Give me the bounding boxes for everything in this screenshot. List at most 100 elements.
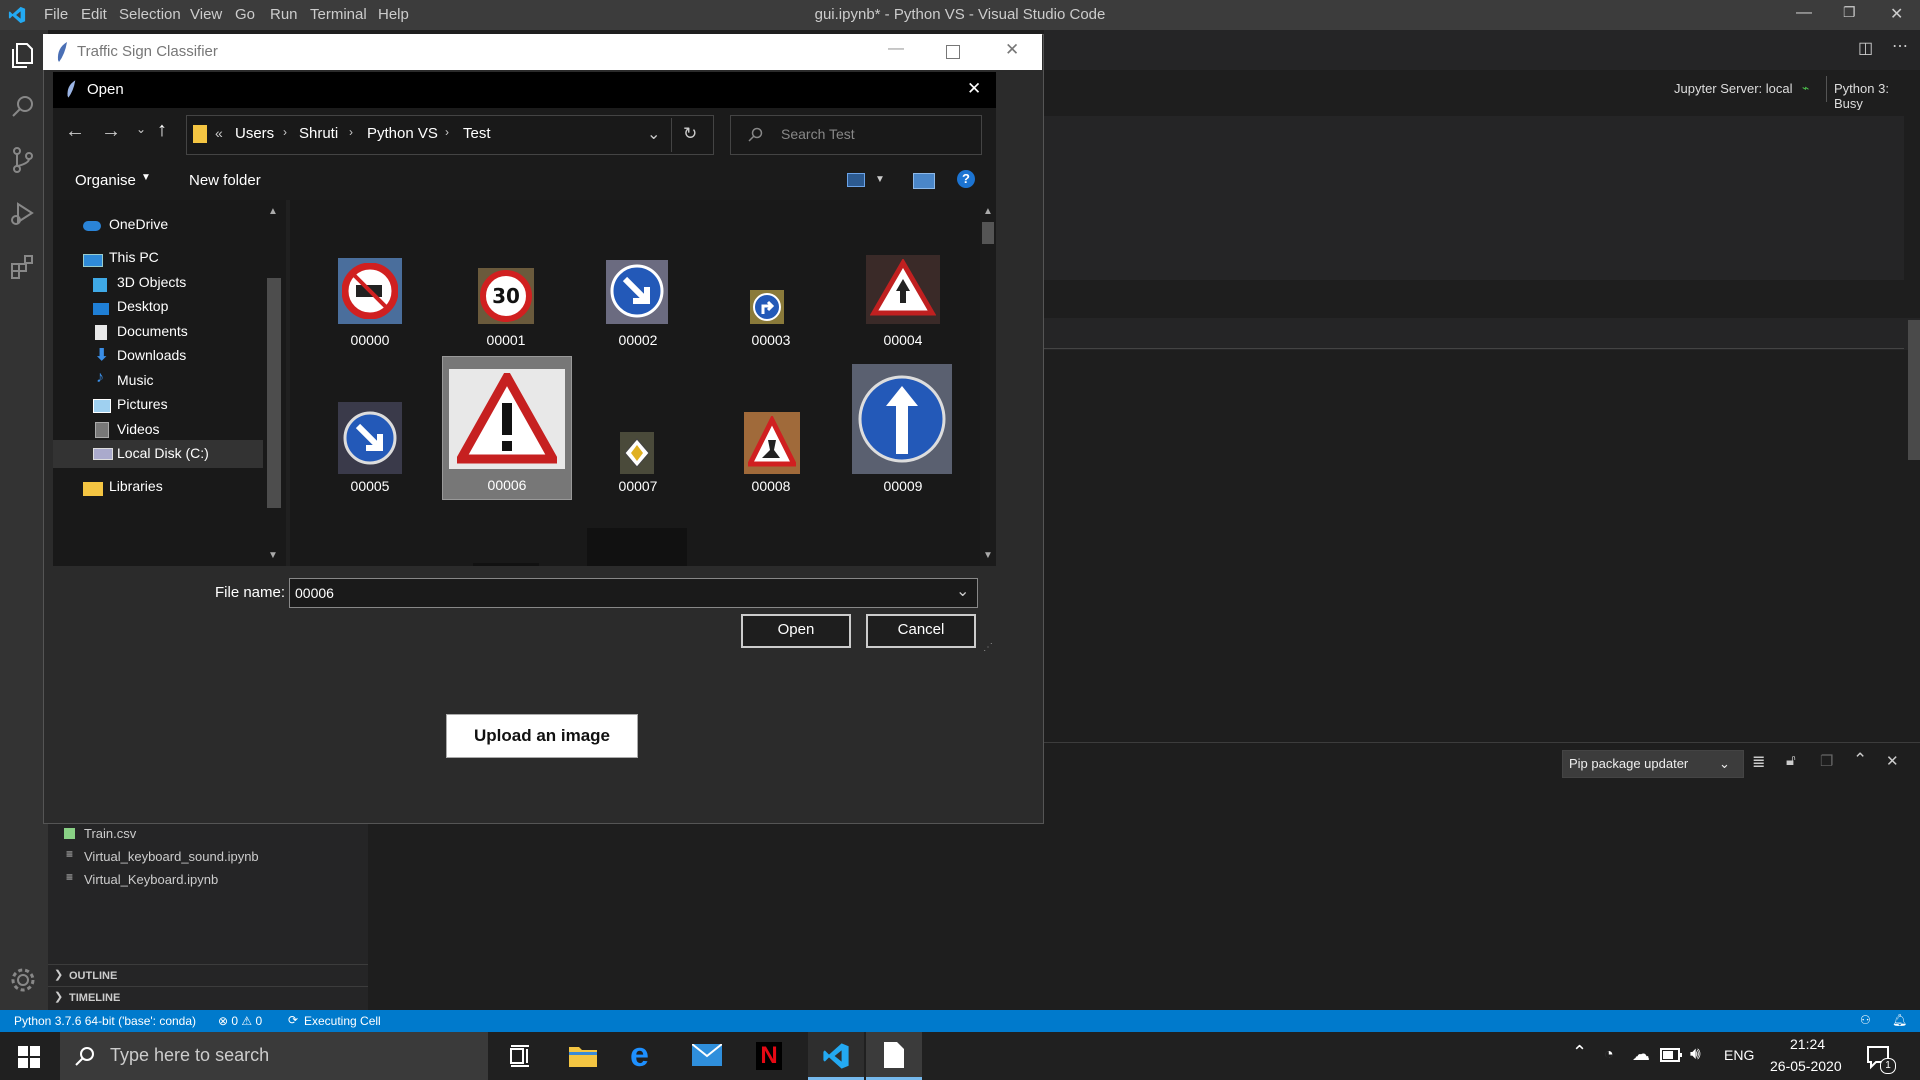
cancel-button[interactable]: Cancel	[866, 614, 976, 648]
nav-music[interactable]: Music	[117, 372, 154, 388]
split-editor-icon[interactable]: ◫	[1858, 38, 1873, 58]
explorer-icon[interactable]	[8, 40, 38, 70]
language-indicator[interactable]: ENG	[1724, 1047, 1754, 1063]
executing-status[interactable]: Executing Cell	[304, 1014, 381, 1028]
battery-icon[interactable]	[1660, 1048, 1682, 1062]
nav-this-pc[interactable]: This PC	[109, 249, 159, 265]
scroll-down-icon[interactable]: ▼	[268, 550, 278, 561]
nav-videos[interactable]: Videos	[117, 421, 160, 437]
file-name[interactable]: 00009	[863, 478, 943, 494]
nav-libraries[interactable]: Libraries	[109, 478, 163, 494]
jupyter-server-status[interactable]: Jupyter Server: local	[1674, 81, 1793, 96]
windows-start-icon[interactable]	[18, 1046, 40, 1068]
python-interpreter[interactable]: Python 3.7.6 64-bit ('base': conda)	[14, 1014, 196, 1028]
live-share-icon[interactable]: ⚇	[1860, 1013, 1871, 1027]
restore-icon[interactable]: ❐	[1843, 4, 1856, 21]
file-thumbnail[interactable]	[338, 402, 402, 474]
more-actions-icon[interactable]: ⋯	[1892, 36, 1908, 56]
taskbar-search-box[interactable]: Type here to search	[60, 1032, 488, 1080]
file-name[interactable]: 00008	[731, 478, 811, 494]
refresh-icon[interactable]: ↻	[683, 124, 697, 144]
nav-3d-objects[interactable]: 3D Objects	[117, 274, 186, 290]
resize-grip-icon[interactable]: ⋰	[983, 642, 993, 653]
kernel-status[interactable]: Python 3: Busy	[1834, 81, 1920, 111]
output-channel-select[interactable]: Pip package updater ⌄	[1562, 750, 1744, 778]
close-dialog-icon[interactable]: ✕	[967, 79, 981, 99]
dropdown-caret-icon[interactable]: ▼	[875, 174, 885, 185]
explorer-file[interactable]: Train.csv	[84, 826, 136, 841]
nav-downloads[interactable]: Downloads	[117, 347, 186, 363]
file-name[interactable]: 00000	[330, 332, 410, 348]
file-thumbnail[interactable]: 30	[478, 268, 534, 324]
taskbar-python-app-button[interactable]	[866, 1032, 922, 1080]
settings-gear-icon[interactable]	[8, 965, 38, 995]
file-thumbnail[interactable]	[620, 432, 654, 474]
network-icon[interactable]: ◔	[1604, 1046, 1614, 1064]
nav-documents[interactable]: Documents	[117, 323, 188, 339]
notebook-cell[interactable]	[1044, 318, 1920, 350]
close-icon[interactable]: ✕	[1005, 40, 1019, 60]
open-button[interactable]: Open	[741, 614, 851, 648]
source-control-icon[interactable]	[8, 145, 38, 175]
recent-locations-icon[interactable]: ⌄	[136, 122, 146, 136]
problems-count[interactable]: ⊗ 0 ⚠ 0	[218, 1014, 262, 1028]
nav-desktop[interactable]: Desktop	[117, 298, 168, 314]
volume-icon[interactable]: 🔊︎	[1690, 1044, 1701, 1064]
notification-bell-icon[interactable]: 🔔︎	[1892, 1013, 1907, 1027]
forward-arrow-icon[interactable]: →	[101, 120, 121, 143]
maximize-icon[interactable]	[946, 45, 960, 59]
clear-output-icon[interactable]: ≣	[1752, 752, 1765, 772]
help-icon[interactable]: ?	[957, 170, 975, 188]
preview-pane-icon[interactable]	[913, 173, 935, 189]
view-options-icon[interactable]	[847, 173, 865, 187]
clock-date[interactable]: 26-05-2020	[1770, 1058, 1842, 1074]
file-name[interactable]: 00004	[863, 332, 943, 348]
breadcrumb-shruti[interactable]: Shruti	[299, 125, 338, 142]
outline-section[interactable]: OUTLINE	[69, 970, 117, 982]
netflix-icon[interactable]: N	[756, 1042, 782, 1070]
file-item-selected[interactable]: 00006	[442, 356, 572, 500]
close-icon[interactable]: ✕	[1890, 4, 1903, 24]
clock-time[interactable]: 21:24	[1790, 1036, 1825, 1052]
nav-pictures[interactable]: Pictures	[117, 396, 168, 412]
explorer-file[interactable]: Virtual_Keyboard.ipynb	[84, 872, 218, 887]
scroll-up-icon[interactable]: ▲	[268, 206, 278, 217]
maximize-panel-icon[interactable]: ⌃	[1853, 750, 1867, 770]
edge-browser-icon[interactable]: e	[630, 1036, 649, 1075]
nav-local-disk[interactable]: Local Disk (C:)	[117, 445, 209, 461]
run-debug-icon[interactable]	[8, 198, 38, 228]
editor-scrollbar[interactable]	[1908, 320, 1920, 460]
upload-image-button[interactable]: Upload an image	[446, 714, 638, 758]
file-name[interactable]: 00001	[466, 332, 546, 348]
file-thumbnail[interactable]	[750, 290, 784, 324]
file-thumbnail[interactable]	[866, 255, 940, 324]
overflow-chevron-icon[interactable]: «	[215, 125, 223, 141]
new-folder-button[interactable]: New folder	[189, 172, 261, 189]
search-icon[interactable]	[8, 92, 38, 122]
minimize-icon[interactable]: —	[1796, 4, 1812, 22]
onedrive-tray-icon[interactable]: ☁	[1632, 1044, 1650, 1065]
notebook-cell[interactable]	[1044, 110, 1920, 280]
address-dropdown-icon[interactable]: ⌄	[647, 124, 660, 144]
file-name[interactable]: 00002	[598, 332, 678, 348]
scrollbar-thumb[interactable]	[982, 222, 994, 244]
address-bar[interactable]: « Users › Shruti › Python VS › Test ⌄ ↻	[186, 115, 714, 155]
cell-editor[interactable]	[1044, 116, 1904, 280]
scroll-up-icon[interactable]: ▲	[983, 206, 993, 217]
nav-onedrive[interactable]: OneDrive	[109, 216, 168, 232]
file-thumbnail[interactable]	[587, 528, 687, 566]
minimize-icon[interactable]: —	[888, 40, 904, 58]
mail-icon[interactable]	[692, 1044, 722, 1066]
file-list-scrollbar[interactable]: ▲ ▼	[980, 200, 996, 566]
timeline-section[interactable]: TIMELINE	[69, 992, 120, 1004]
close-panel-icon[interactable]: ✕	[1886, 752, 1899, 770]
file-thumbnail[interactable]	[606, 260, 668, 324]
open-log-icon[interactable]: ❐	[1820, 752, 1833, 770]
scroll-down-icon[interactable]: ▼	[983, 550, 993, 561]
back-arrow-icon[interactable]: ←	[65, 120, 85, 143]
file-explorer-icon[interactable]	[568, 1042, 598, 1068]
file-name[interactable]: 00005	[330, 478, 410, 494]
file-name[interactable]: 00003	[731, 332, 811, 348]
organise-menu[interactable]: Organise	[75, 172, 136, 189]
explorer-file[interactable]: Virtual_keyboard_sound.ipynb	[84, 849, 259, 864]
